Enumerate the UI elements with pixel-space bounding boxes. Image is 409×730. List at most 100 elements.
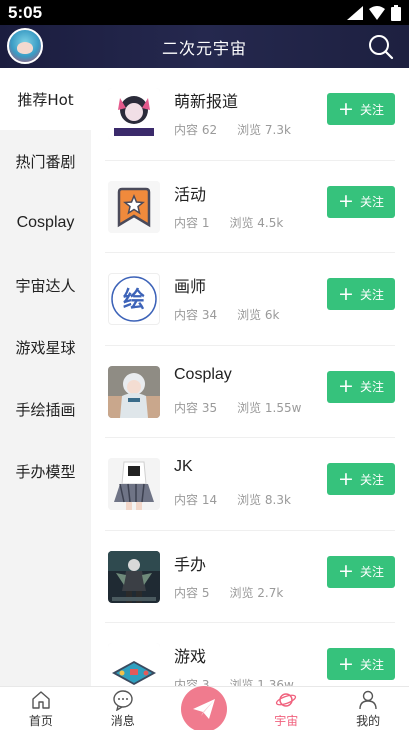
plus-icon: + <box>338 97 354 120</box>
tab-label: 宇宙 <box>274 714 299 728</box>
sidebar-item-figures[interactable]: 手办模型 <box>0 440 91 502</box>
follow-label: 关注 <box>359 380 384 394</box>
tab-label: 我的 <box>356 714 381 728</box>
search-icon[interactable] <box>367 33 395 61</box>
follow-label: 关注 <box>359 472 384 487</box>
topic-meta: 内容 3 浏览 1.36w <box>174 676 294 686</box>
topic-name: 画师 <box>174 277 207 296</box>
follow-label: 关注 <box>359 102 384 117</box>
tab-publish[interactable] <box>164 686 246 730</box>
sidebar-item-games[interactable]: 游戏星球 <box>0 316 91 378</box>
painter-logo-text: 绘 <box>123 287 145 313</box>
sidebar-item-experts[interactable]: 宇宙达人 <box>0 254 91 316</box>
list-item[interactable]: 活动 内容 1 浏览 4.5k + 关注 <box>105 161 395 253</box>
status-bar: 5:05 <box>0 0 409 25</box>
signal-icon <box>347 5 363 20</box>
sidebar-item-label: 热门番剧 <box>15 152 76 171</box>
topic-meta: 内容 1 浏览 4.5k <box>174 214 283 231</box>
plus-icon: + <box>338 375 354 397</box>
view-count: 浏览 4.5k <box>229 215 284 230</box>
topic-name: Cosplay <box>174 365 232 383</box>
battery-icon <box>391 4 401 21</box>
plus-icon: + <box>338 560 354 582</box>
tab-messages[interactable]: 消息 <box>82 687 164 730</box>
list-item[interactable]: 游戏 内容 3 浏览 1.36w + 关注 <box>105 623 395 686</box>
follow-label: 关注 <box>359 565 384 579</box>
sidebar-item-cosplay[interactable]: Cosplay <box>0 192 91 254</box>
sidebar-item-hot[interactable]: 推荐Hot <box>0 68 91 130</box>
publish-button[interactable] <box>181 686 228 730</box>
plus-icon: + <box>338 467 354 490</box>
status-time: 5:05 <box>8 2 43 22</box>
list-item[interactable]: Cosplay 内容 35 浏览 1.55w + 关注 <box>105 346 395 438</box>
view-count: 浏览 8.3k <box>237 493 291 507</box>
tab-label: 消息 <box>110 714 135 728</box>
bottom-tab-bar: 首页 消息 宇宙 我的 <box>0 686 409 730</box>
topic-meta: 内容 14 浏览 8.3k <box>174 491 291 508</box>
topic-meta: 内容 35 浏览 1.55w <box>174 399 301 416</box>
topic-thumbnail <box>108 180 160 233</box>
tab-profile[interactable]: 我的 <box>327 687 409 730</box>
avatar[interactable] <box>7 28 43 64</box>
status-icons <box>347 4 401 21</box>
content-count: 内容 5 <box>174 585 210 600</box>
sidebar-item-label: 游戏星球 <box>15 338 76 357</box>
list-item[interactable]: 手办 内容 5 浏览 2.7k + 关注 <box>105 531 395 623</box>
sidebar-item-label: 手绘插画 <box>15 400 76 419</box>
topic-meta: 内容 62 浏览 7.3k <box>174 121 291 138</box>
topic-thumbnail: 绘 <box>108 273 160 325</box>
tab-home[interactable]: 首页 <box>0 687 82 730</box>
content-count: 内容 1 <box>174 215 210 230</box>
plus-icon: + <box>338 190 354 212</box>
content-count: 内容 34 <box>174 308 218 322</box>
view-count: 浏览 7.3k <box>237 123 291 137</box>
view-count: 浏览 6k <box>237 308 280 322</box>
app-header: 二次元宇宙 <box>0 25 409 68</box>
tab-label: 首页 <box>28 714 53 728</box>
plus-icon: + <box>338 282 354 305</box>
plus-icon: + <box>338 652 354 675</box>
topic-name: 游戏 <box>174 647 207 666</box>
topic-name: 萌新报道 <box>174 92 239 111</box>
wifi-icon <box>369 5 385 20</box>
topic-name: 手办 <box>174 554 207 574</box>
list-item[interactable]: 萌新报道 内容 62 浏览 7.3k + 关注 <box>105 68 395 161</box>
topic-thumbnail <box>108 458 160 510</box>
follow-label: 关注 <box>359 287 384 302</box>
topic-thumbnail <box>108 365 160 418</box>
follow-button[interactable]: + 关注 <box>327 93 395 125</box>
follow-button[interactable]: + 关注 <box>327 185 395 218</box>
topic-name: JK <box>174 458 193 475</box>
follow-button[interactable]: + 关注 <box>327 278 395 310</box>
sidebar-item-label: 宇宙达人 <box>15 276 76 295</box>
home-icon <box>32 691 50 709</box>
topic-thumbnail <box>108 643 160 686</box>
planet-icon <box>276 693 297 707</box>
view-count: 浏览 1.55w <box>237 400 302 415</box>
paper-plane-icon <box>193 699 216 719</box>
sidebar-item-label: 推荐Hot <box>17 90 74 109</box>
content-count: 内容 62 <box>174 123 218 137</box>
topic-thumbnail <box>108 550 160 603</box>
content-count: 内容 35 <box>174 400 218 415</box>
follow-label: 关注 <box>359 195 384 209</box>
sidebar-item-label: Cosplay <box>16 214 75 231</box>
content-count: 内容 14 <box>174 493 218 507</box>
topic-meta: 内容 5 浏览 2.7k <box>174 584 283 601</box>
follow-button[interactable]: + 关注 <box>327 555 395 588</box>
tab-universe[interactable]: 宇宙 <box>245 687 327 730</box>
list-item[interactable]: 绘 画师 内容 34 浏览 6k + 关注 <box>105 253 395 346</box>
follow-button[interactable]: + 关注 <box>327 370 395 403</box>
follow-button[interactable]: + 关注 <box>327 648 395 680</box>
topic-name: 活动 <box>174 184 207 204</box>
follow-label: 关注 <box>359 657 384 672</box>
sidebar-item-label: 手办模型 <box>15 462 76 481</box>
page-title: 二次元宇宙 <box>161 38 247 58</box>
category-sidebar: 推荐Hot 热门番剧 Cosplay 宇宙达人 游戏星球 手绘插画 手办模型 <box>0 68 91 686</box>
follow-button[interactable]: + 关注 <box>327 463 395 495</box>
view-count: 浏览 2.7k <box>229 585 284 600</box>
sidebar-item-illustration[interactable]: 手绘插画 <box>0 378 91 440</box>
list-item[interactable]: JK 内容 14 浏览 8.3k + 关注 <box>105 438 395 531</box>
topic-list: 萌新报道 内容 62 浏览 7.3k + 关注 活动 内容 1 浏览 4.5k … <box>91 68 409 686</box>
sidebar-item-anime[interactable]: 热门番剧 <box>0 130 91 192</box>
